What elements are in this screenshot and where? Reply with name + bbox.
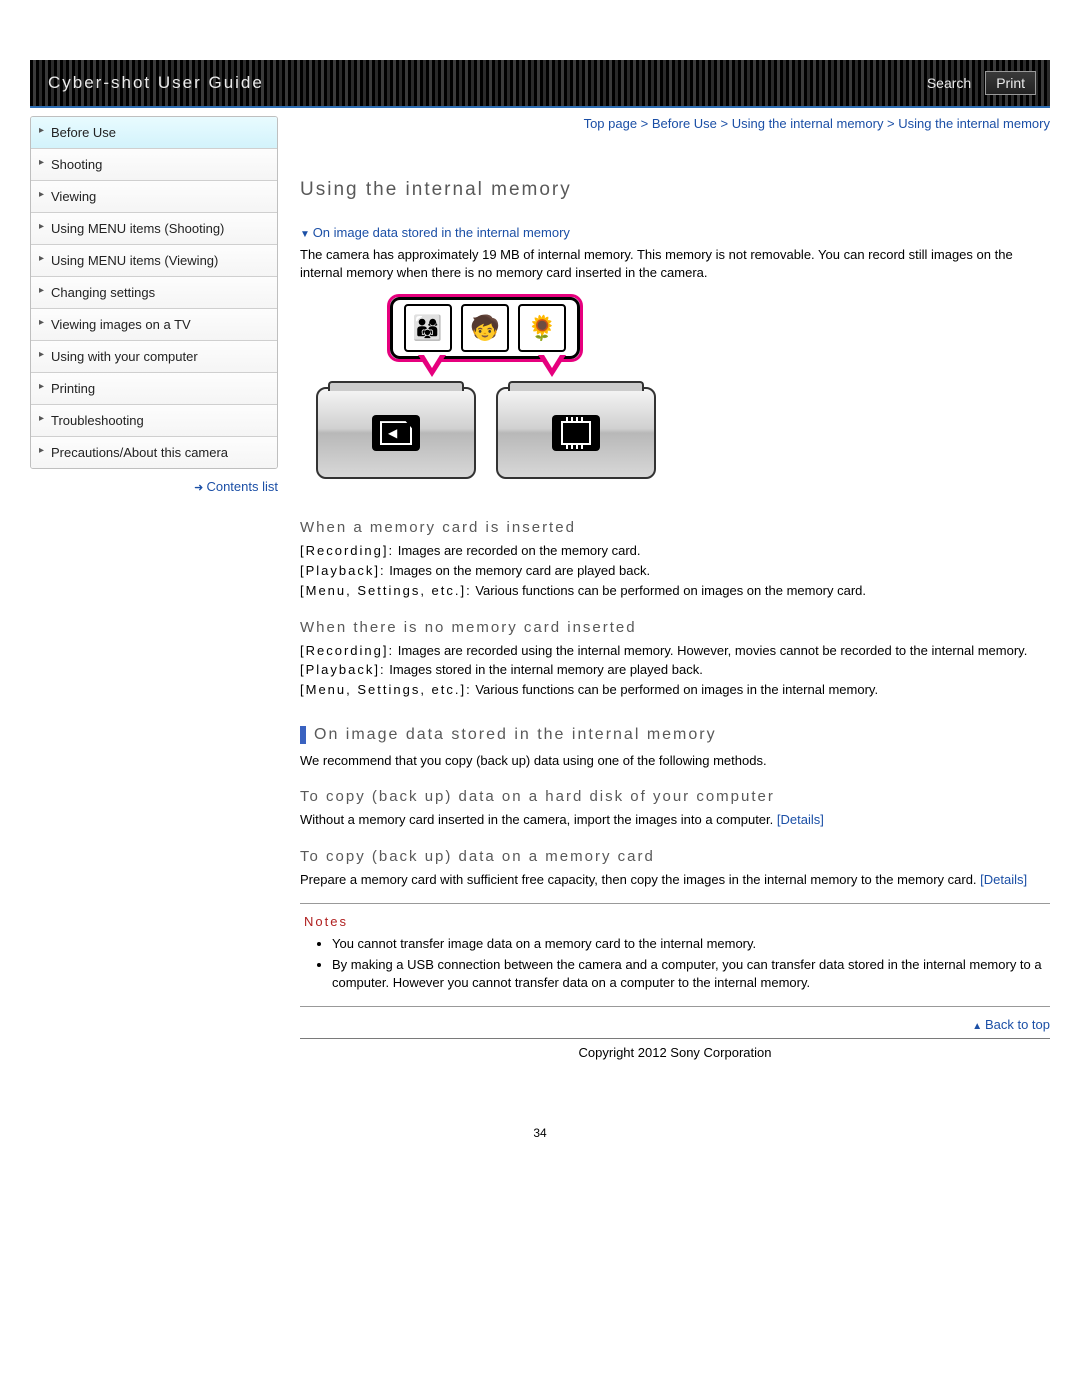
details-link-hd[interactable]: [Details]: [777, 812, 824, 827]
sidebar-item-changing-settings[interactable]: Changing settings: [31, 277, 277, 309]
heading-no-card: When there is no memory card inserted: [300, 619, 1050, 636]
bar-text: We recommend that you copy (back up) dat…: [300, 752, 1050, 770]
nocard-menu: [Menu, Settings, etc.]: Various function…: [300, 681, 1050, 700]
sidebar-item-menu-shooting[interactable]: Using MENU items (Shooting): [31, 213, 277, 245]
copy-hd-text: Without a memory card inserted in the ca…: [300, 811, 1050, 830]
sidebar-list: Before Use Shooting Viewing Using MENU i…: [30, 116, 278, 469]
sidebar-item-printing[interactable]: Printing: [31, 373, 277, 405]
copyright: Copyright 2012 Sony Corporation: [300, 1038, 1050, 1060]
sidebar: Before Use Shooting Viewing Using MENU i…: [30, 116, 278, 1060]
sidebar-item-viewing[interactable]: Viewing: [31, 181, 277, 213]
header-title: Cyber-shot User Guide: [48, 73, 264, 93]
note-item: By making a USB connection between the c…: [332, 956, 1046, 992]
header-actions: Search Print: [927, 71, 1036, 95]
camera-with-card: [316, 387, 476, 479]
page-number: 34: [30, 1126, 1050, 1140]
sd-card-icon: [372, 415, 420, 451]
print-button[interactable]: Print: [985, 71, 1036, 95]
sidebar-item-shooting[interactable]: Shooting: [31, 149, 277, 181]
inserted-menu: [Menu, Settings, etc.]: Various function…: [300, 582, 1050, 601]
notes-box: Notes You cannot transfer image data on …: [300, 903, 1050, 1007]
back-to-top-link[interactable]: Back to top: [300, 1017, 1050, 1032]
sidebar-item-troubleshooting[interactable]: Troubleshooting: [31, 405, 277, 437]
thumb-flower-icon: 🌻: [518, 304, 566, 352]
inserted-recording: [Recording]: Images are recorded on the …: [300, 542, 1050, 561]
anchor-link-image-data[interactable]: On image data stored in the internal mem…: [300, 225, 1050, 240]
intro-text: The camera has approximately 19 MB of in…: [300, 246, 1050, 281]
heading-copy-card: To copy (back up) data on a memory card: [300, 848, 1050, 865]
sidebar-item-precautions[interactable]: Precautions/About this camera: [31, 437, 277, 468]
heading-copy-hd: To copy (back up) data on a hard disk of…: [300, 788, 1050, 805]
search-link[interactable]: Search: [927, 75, 971, 91]
heading-image-data-stored: On image data stored in the internal mem…: [300, 726, 1050, 744]
nocard-playback: [Playback]: Images stored in the interna…: [300, 661, 1050, 680]
sidebar-item-menu-viewing[interactable]: Using MENU items (Viewing): [31, 245, 277, 277]
heading-card-inserted: When a memory card is inserted: [300, 519, 1050, 536]
nocard-recording: [Recording]: Images are recorded using t…: [300, 642, 1050, 661]
main-content: Top page > Before Use > Using the intern…: [300, 116, 1050, 1060]
page-title: Using the internal memory: [300, 179, 1050, 201]
breadcrumb[interactable]: Top page > Before Use > Using the intern…: [300, 116, 1050, 131]
notes-title: Notes: [304, 914, 1046, 929]
sidebar-item-using-computer[interactable]: Using with your computer: [31, 341, 277, 373]
thumb-people-icon: 👨‍👩‍👧: [404, 304, 452, 352]
chip-icon: [552, 415, 600, 451]
copy-card-text: Prepare a memory card with sufficient fr…: [300, 871, 1050, 890]
thumbnail-box: 👨‍👩‍👧 🧒 🌻: [390, 297, 580, 359]
details-link-card[interactable]: [Details]: [980, 872, 1027, 887]
contents-list-link[interactable]: Contents list: [30, 479, 278, 494]
sidebar-item-before-use[interactable]: Before Use: [31, 117, 277, 149]
inserted-playback: [Playback]: Images on the memory card ar…: [300, 562, 1050, 581]
figure-memory-diagram: 👨‍👩‍👧 🧒 🌻: [300, 297, 670, 491]
thumb-boy-icon: 🧒: [461, 304, 509, 352]
sidebar-item-viewing-tv[interactable]: Viewing images on a TV: [31, 309, 277, 341]
pointer-arrow-icon: [424, 355, 440, 368]
header-bar: Cyber-shot User Guide Search Print: [30, 60, 1050, 108]
camera-internal-memory: [496, 387, 656, 479]
note-item: You cannot transfer image data on a memo…: [332, 935, 1046, 953]
pointer-arrow-icon: [544, 355, 560, 368]
